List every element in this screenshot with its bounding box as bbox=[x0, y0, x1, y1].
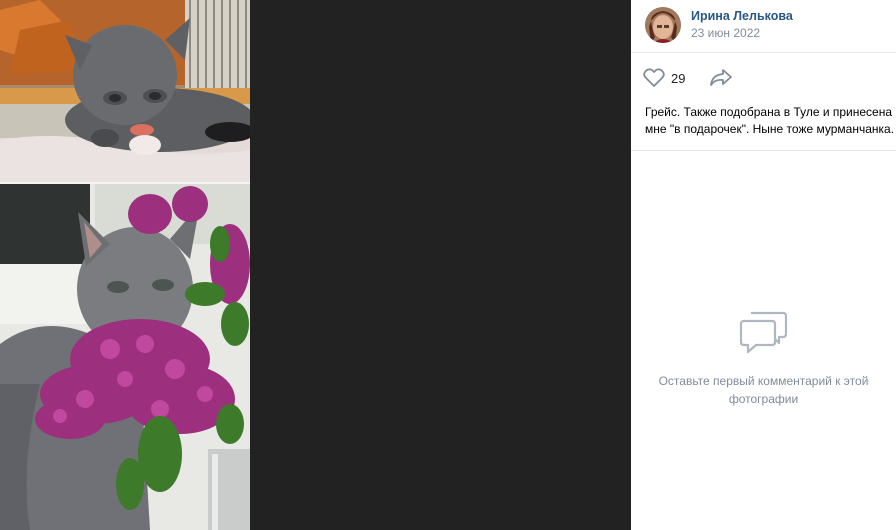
author-avatar[interactable] bbox=[645, 7, 681, 43]
photo-description: Грейс. Также подобрана в Туле и принесен… bbox=[645, 105, 895, 136]
heart-outline-icon bbox=[643, 68, 665, 88]
photo-cat-lilac bbox=[0, 184, 250, 530]
comments-empty-text: Оставьте первый комментарий к этой фотог… bbox=[658, 374, 869, 406]
like-button[interactable]: 29 bbox=[643, 67, 685, 89]
photo-kitten bbox=[0, 0, 250, 182]
actions-row: 29 bbox=[631, 53, 896, 103]
share-button[interactable] bbox=[708, 67, 734, 89]
comments-empty-state: Оставьте первый комментарий к этой фотог… bbox=[631, 310, 896, 408]
post-date[interactable]: 23 июн 2022 bbox=[691, 26, 760, 40]
photo-side-panel: Ирина Лелькова 23 июн 2022 29 Грейс. Так… bbox=[631, 0, 896, 530]
photo-viewer[interactable] bbox=[0, 0, 631, 530]
comment-bubbles-icon bbox=[739, 310, 789, 356]
photo[interactable] bbox=[0, 0, 250, 530]
author-row: Ирина Лелькова 23 июн 2022 bbox=[631, 0, 896, 52]
divider bbox=[631, 150, 896, 151]
like-count: 29 bbox=[671, 70, 686, 86]
author-name[interactable]: Ирина Лелькова bbox=[691, 9, 793, 23]
share-arrow-icon bbox=[708, 69, 734, 93]
